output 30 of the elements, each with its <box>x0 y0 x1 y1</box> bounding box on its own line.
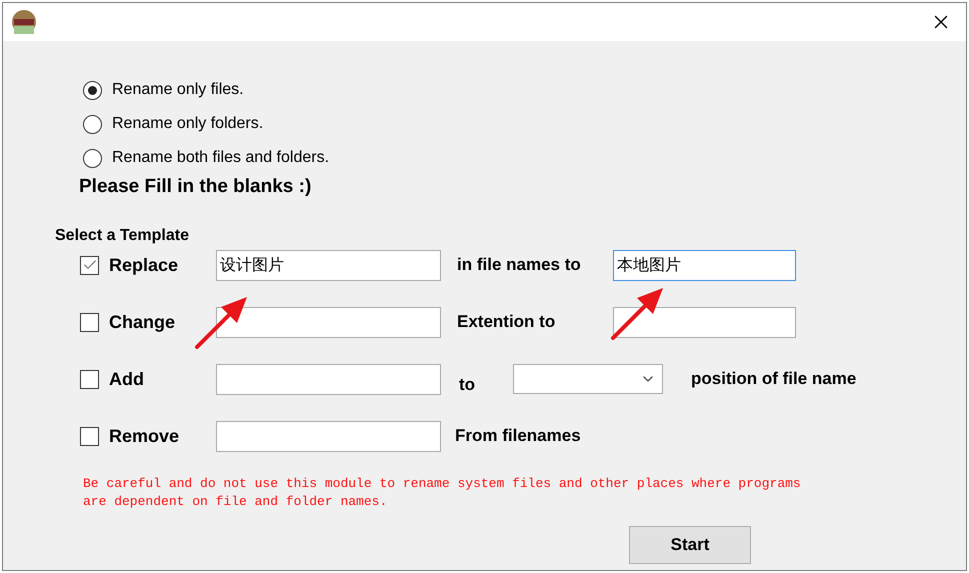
field-label: Extention to <box>457 311 556 334</box>
checkbox[interactable] <box>80 312 99 332</box>
field-label: to <box>459 374 476 396</box>
text-field[interactable]: 设计图片 <box>216 250 441 280</box>
radio-label: Rename both files and folders. <box>112 148 330 168</box>
checkbox[interactable] <box>80 370 99 388</box>
start-button[interactable]: Start <box>629 526 751 564</box>
radio-label: Rename only files. <box>112 80 244 100</box>
checkbox-label: Remove <box>109 424 180 448</box>
radio-button[interactable] <box>83 148 102 168</box>
radio-button[interactable] <box>83 114 102 134</box>
text-field[interactable] <box>216 306 441 338</box>
text-field[interactable] <box>216 364 441 394</box>
text-field[interactable]: 本地图片 <box>613 250 796 280</box>
checkbox-label: Change <box>109 310 176 334</box>
checkbox-label: Replace <box>109 254 178 277</box>
text-field[interactable] <box>613 306 796 338</box>
field-label: From filenames <box>455 425 581 448</box>
instruction-heading: Please Fill in the blanks :) <box>79 176 312 197</box>
checkbox[interactable] <box>80 426 99 446</box>
section-label: Select a Template <box>55 226 189 244</box>
warning-message: Be careful and do not use this module to rename system files and other places where programs are dependent on file and folder names. <box>82 474 802 510</box>
radio-button[interactable] <box>83 80 102 100</box>
radio-label: Rename only folders. <box>112 114 264 134</box>
app-icon <box>11 9 37 35</box>
checkbox[interactable] <box>80 256 99 274</box>
field-label: in file names to <box>457 254 582 276</box>
text-field[interactable] <box>216 420 441 452</box>
field-label: position of file name <box>691 368 856 390</box>
checkbox-label: Add <box>109 368 144 390</box>
